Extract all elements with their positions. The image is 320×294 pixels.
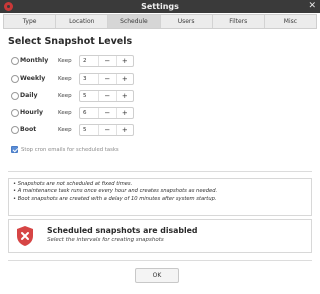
keep-label: Keep [58,58,72,64]
decrement-button[interactable]: − [99,108,117,118]
window-title: Settings [141,2,179,11]
title-bar: Settings ✕ [0,0,320,13]
keep-value[interactable]: 2 [80,56,99,66]
increment-button[interactable]: + [117,91,134,101]
boot-keep-stepper: 5 − + [79,124,134,136]
keep-label: Keep [58,127,72,133]
tab-users[interactable]: Users [161,15,213,28]
level-name: Daily [20,92,38,99]
level-name: Hourly [20,109,44,116]
level-row-boot: Boot Keep 5 − + [11,124,134,136]
decrement-button[interactable]: − [99,125,117,135]
level-name: Weekly [20,75,46,82]
level-row-monthly: Monthly Keep 2 − + [11,55,134,67]
info-notes: • Snapshots are not scheduled at fixed t… [8,178,312,216]
section-heading: Select Snapshot Levels [8,36,133,47]
stop-cron-label: Stop cron emails for scheduled tasks [21,147,119,153]
increment-button[interactable]: + [117,125,134,135]
shield-error-icon [17,226,33,246]
stop-cron-checkbox[interactable] [11,146,18,153]
decrement-button[interactable]: − [99,74,117,84]
daily-checkbox[interactable] [11,92,19,100]
increment-button[interactable]: + [117,56,134,66]
level-name: Boot [20,126,37,133]
close-icon[interactable]: ✕ [308,0,316,13]
decrement-button[interactable]: − [99,56,117,66]
level-name: Monthly [20,57,49,64]
keep-value[interactable]: 6 [80,108,99,118]
keep-label: Keep [58,76,72,82]
tab-location[interactable]: Location [56,15,109,28]
increment-button[interactable]: + [117,74,134,84]
stop-cron-row: Stop cron emails for scheduled tasks [11,145,211,155]
boot-checkbox[interactable] [11,126,19,134]
divider [8,171,312,172]
hourly-checkbox[interactable] [11,109,19,117]
tab-bar: Type Location Schedule Users Filters Mis… [3,14,317,29]
level-row-weekly: Weekly Keep 3 − + [11,73,134,85]
tab-type[interactable]: Type [4,15,57,28]
keep-value[interactable]: 5 [80,91,99,101]
note-line: • Snapshots are not scheduled at fixed t… [13,181,133,187]
monthly-keep-stepper: 2 − + [79,55,134,67]
monthly-checkbox[interactable] [11,57,19,65]
note-line: • Boot snapshots are created with a dela… [13,195,217,202]
status-panel: Scheduled snapshots are disabled Select … [8,219,312,253]
weekly-checkbox[interactable] [11,75,19,83]
note-line: • A maintenance task runs once every hou… [13,188,218,195]
ok-button[interactable]: OK [135,268,179,283]
keep-label: Keep [58,93,72,99]
keep-label: Keep [58,110,72,116]
hourly-keep-stepper: 6 − + [79,107,134,119]
tab-misc[interactable]: Misc [265,15,316,28]
decrement-button[interactable]: − [99,91,117,101]
tab-filters[interactable]: Filters [213,15,265,28]
status-subtitle: Select the intervals for creating snapsh… [47,237,164,243]
level-row-hourly: Hourly Keep 6 − + [11,107,134,119]
increment-button[interactable]: + [117,108,134,118]
tab-schedule[interactable]: Schedule [108,15,161,28]
level-row-daily: Daily Keep 5 − + [11,90,134,102]
keep-value[interactable]: 5 [80,125,99,135]
daily-keep-stepper: 5 − + [79,90,134,102]
divider [8,260,312,261]
status-title: Scheduled snapshots are disabled [47,226,198,235]
weekly-keep-stepper: 3 − + [79,73,134,85]
keep-value[interactable]: 3 [80,74,99,84]
